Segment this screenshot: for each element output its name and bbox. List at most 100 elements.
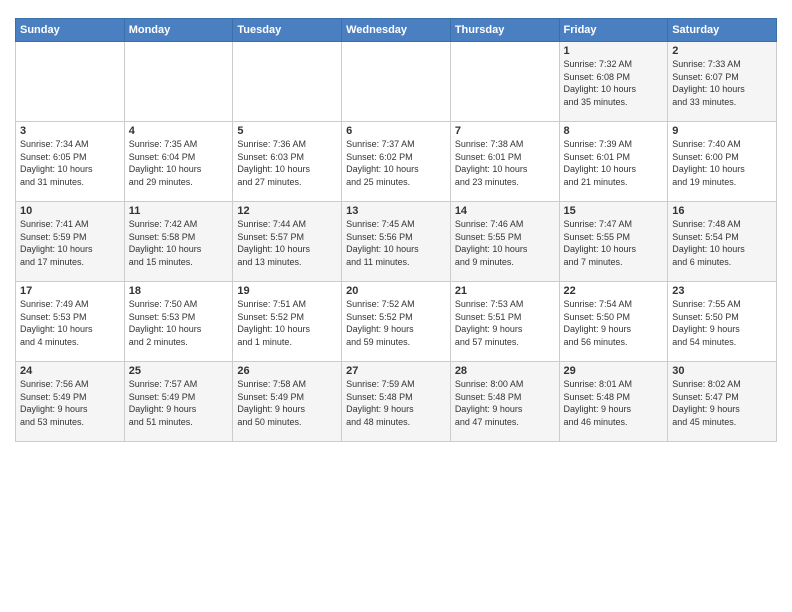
day-number: 18 <box>129 285 229 297</box>
day-number: 30 <box>672 365 772 377</box>
day-number: 14 <box>455 205 555 217</box>
day-number: 13 <box>346 205 446 217</box>
day-info: Sunrise: 7:32 AM Sunset: 6:08 PM Dayligh… <box>564 58 664 108</box>
day-cell: 28Sunrise: 8:00 AM Sunset: 5:48 PM Dayli… <box>450 362 559 442</box>
day-info: Sunrise: 7:55 AM Sunset: 5:50 PM Dayligh… <box>672 298 772 348</box>
day-info: Sunrise: 7:47 AM Sunset: 5:55 PM Dayligh… <box>564 218 664 268</box>
day-cell: 26Sunrise: 7:58 AM Sunset: 5:49 PM Dayli… <box>233 362 342 442</box>
day-number: 6 <box>346 125 446 137</box>
calendar-container: SundayMondayTuesdayWednesdayThursdayFrid… <box>0 0 792 450</box>
day-number: 29 <box>564 365 664 377</box>
day-cell: 10Sunrise: 7:41 AM Sunset: 5:59 PM Dayli… <box>16 202 125 282</box>
day-info: Sunrise: 7:41 AM Sunset: 5:59 PM Dayligh… <box>20 218 120 268</box>
day-info: Sunrise: 7:56 AM Sunset: 5:49 PM Dayligh… <box>20 378 120 428</box>
day-number: 10 <box>20 205 120 217</box>
day-info: Sunrise: 7:58 AM Sunset: 5:49 PM Dayligh… <box>237 378 337 428</box>
day-cell: 14Sunrise: 7:46 AM Sunset: 5:55 PM Dayli… <box>450 202 559 282</box>
weekday-header-friday: Friday <box>559 19 668 42</box>
day-number: 23 <box>672 285 772 297</box>
day-cell: 22Sunrise: 7:54 AM Sunset: 5:50 PM Dayli… <box>559 282 668 362</box>
day-number: 28 <box>455 365 555 377</box>
day-cell <box>16 42 125 122</box>
day-cell <box>124 42 233 122</box>
day-info: Sunrise: 7:38 AM Sunset: 6:01 PM Dayligh… <box>455 138 555 188</box>
day-cell: 5Sunrise: 7:36 AM Sunset: 6:03 PM Daylig… <box>233 122 342 202</box>
week-row-4: 17Sunrise: 7:49 AM Sunset: 5:53 PM Dayli… <box>16 282 777 362</box>
day-cell: 13Sunrise: 7:45 AM Sunset: 5:56 PM Dayli… <box>342 202 451 282</box>
day-info: Sunrise: 7:49 AM Sunset: 5:53 PM Dayligh… <box>20 298 120 348</box>
day-info: Sunrise: 7:53 AM Sunset: 5:51 PM Dayligh… <box>455 298 555 348</box>
day-cell: 6Sunrise: 7:37 AM Sunset: 6:02 PM Daylig… <box>342 122 451 202</box>
day-cell: 3Sunrise: 7:34 AM Sunset: 6:05 PM Daylig… <box>16 122 125 202</box>
day-cell: 17Sunrise: 7:49 AM Sunset: 5:53 PM Dayli… <box>16 282 125 362</box>
day-cell <box>233 42 342 122</box>
day-number: 16 <box>672 205 772 217</box>
day-number: 21 <box>455 285 555 297</box>
day-number: 19 <box>237 285 337 297</box>
day-info: Sunrise: 7:45 AM Sunset: 5:56 PM Dayligh… <box>346 218 446 268</box>
day-info: Sunrise: 7:39 AM Sunset: 6:01 PM Dayligh… <box>564 138 664 188</box>
weekday-header-sunday: Sunday <box>16 19 125 42</box>
day-cell: 18Sunrise: 7:50 AM Sunset: 5:53 PM Dayli… <box>124 282 233 362</box>
day-info: Sunrise: 7:51 AM Sunset: 5:52 PM Dayligh… <box>237 298 337 348</box>
weekday-header-row: SundayMondayTuesdayWednesdayThursdayFrid… <box>16 19 777 42</box>
day-info: Sunrise: 7:52 AM Sunset: 5:52 PM Dayligh… <box>346 298 446 348</box>
day-number: 4 <box>129 125 229 137</box>
day-cell <box>342 42 451 122</box>
day-info: Sunrise: 7:44 AM Sunset: 5:57 PM Dayligh… <box>237 218 337 268</box>
day-cell: 27Sunrise: 7:59 AM Sunset: 5:48 PM Dayli… <box>342 362 451 442</box>
day-cell: 2Sunrise: 7:33 AM Sunset: 6:07 PM Daylig… <box>668 42 777 122</box>
day-number: 17 <box>20 285 120 297</box>
day-number: 3 <box>20 125 120 137</box>
day-info: Sunrise: 7:33 AM Sunset: 6:07 PM Dayligh… <box>672 58 772 108</box>
day-number: 26 <box>237 365 337 377</box>
weekday-header-monday: Monday <box>124 19 233 42</box>
day-number: 7 <box>455 125 555 137</box>
day-info: Sunrise: 7:35 AM Sunset: 6:04 PM Dayligh… <box>129 138 229 188</box>
day-info: Sunrise: 7:50 AM Sunset: 5:53 PM Dayligh… <box>129 298 229 348</box>
day-info: Sunrise: 7:36 AM Sunset: 6:03 PM Dayligh… <box>237 138 337 188</box>
day-cell: 9Sunrise: 7:40 AM Sunset: 6:00 PM Daylig… <box>668 122 777 202</box>
day-cell: 4Sunrise: 7:35 AM Sunset: 6:04 PM Daylig… <box>124 122 233 202</box>
day-info: Sunrise: 7:40 AM Sunset: 6:00 PM Dayligh… <box>672 138 772 188</box>
day-number: 25 <box>129 365 229 377</box>
day-info: Sunrise: 7:34 AM Sunset: 6:05 PM Dayligh… <box>20 138 120 188</box>
week-row-3: 10Sunrise: 7:41 AM Sunset: 5:59 PM Dayli… <box>16 202 777 282</box>
calendar-table: SundayMondayTuesdayWednesdayThursdayFrid… <box>15 18 777 442</box>
day-number: 1 <box>564 45 664 57</box>
week-row-1: 1Sunrise: 7:32 AM Sunset: 6:08 PM Daylig… <box>16 42 777 122</box>
day-info: Sunrise: 7:54 AM Sunset: 5:50 PM Dayligh… <box>564 298 664 348</box>
day-number: 27 <box>346 365 446 377</box>
day-cell: 1Sunrise: 7:32 AM Sunset: 6:08 PM Daylig… <box>559 42 668 122</box>
day-cell: 29Sunrise: 8:01 AM Sunset: 5:48 PM Dayli… <box>559 362 668 442</box>
day-info: Sunrise: 8:02 AM Sunset: 5:47 PM Dayligh… <box>672 378 772 428</box>
day-number: 8 <box>564 125 664 137</box>
day-cell: 25Sunrise: 7:57 AM Sunset: 5:49 PM Dayli… <box>124 362 233 442</box>
day-cell: 15Sunrise: 7:47 AM Sunset: 5:55 PM Dayli… <box>559 202 668 282</box>
day-cell <box>450 42 559 122</box>
day-number: 11 <box>129 205 229 217</box>
day-cell: 30Sunrise: 8:02 AM Sunset: 5:47 PM Dayli… <box>668 362 777 442</box>
day-number: 12 <box>237 205 337 217</box>
weekday-header-thursday: Thursday <box>450 19 559 42</box>
day-number: 22 <box>564 285 664 297</box>
day-info: Sunrise: 7:48 AM Sunset: 5:54 PM Dayligh… <box>672 218 772 268</box>
day-number: 20 <box>346 285 446 297</box>
week-row-2: 3Sunrise: 7:34 AM Sunset: 6:05 PM Daylig… <box>16 122 777 202</box>
weekday-header-saturday: Saturday <box>668 19 777 42</box>
day-cell: 21Sunrise: 7:53 AM Sunset: 5:51 PM Dayli… <box>450 282 559 362</box>
day-info: Sunrise: 7:57 AM Sunset: 5:49 PM Dayligh… <box>129 378 229 428</box>
day-info: Sunrise: 7:42 AM Sunset: 5:58 PM Dayligh… <box>129 218 229 268</box>
day-cell: 11Sunrise: 7:42 AM Sunset: 5:58 PM Dayli… <box>124 202 233 282</box>
day-info: Sunrise: 7:37 AM Sunset: 6:02 PM Dayligh… <box>346 138 446 188</box>
week-row-5: 24Sunrise: 7:56 AM Sunset: 5:49 PM Dayli… <box>16 362 777 442</box>
day-cell: 20Sunrise: 7:52 AM Sunset: 5:52 PM Dayli… <box>342 282 451 362</box>
day-info: Sunrise: 8:00 AM Sunset: 5:48 PM Dayligh… <box>455 378 555 428</box>
day-info: Sunrise: 8:01 AM Sunset: 5:48 PM Dayligh… <box>564 378 664 428</box>
day-number: 5 <box>237 125 337 137</box>
day-number: 2 <box>672 45 772 57</box>
day-info: Sunrise: 7:46 AM Sunset: 5:55 PM Dayligh… <box>455 218 555 268</box>
day-cell: 19Sunrise: 7:51 AM Sunset: 5:52 PM Dayli… <box>233 282 342 362</box>
day-cell: 23Sunrise: 7:55 AM Sunset: 5:50 PM Dayli… <box>668 282 777 362</box>
day-number: 9 <box>672 125 772 137</box>
